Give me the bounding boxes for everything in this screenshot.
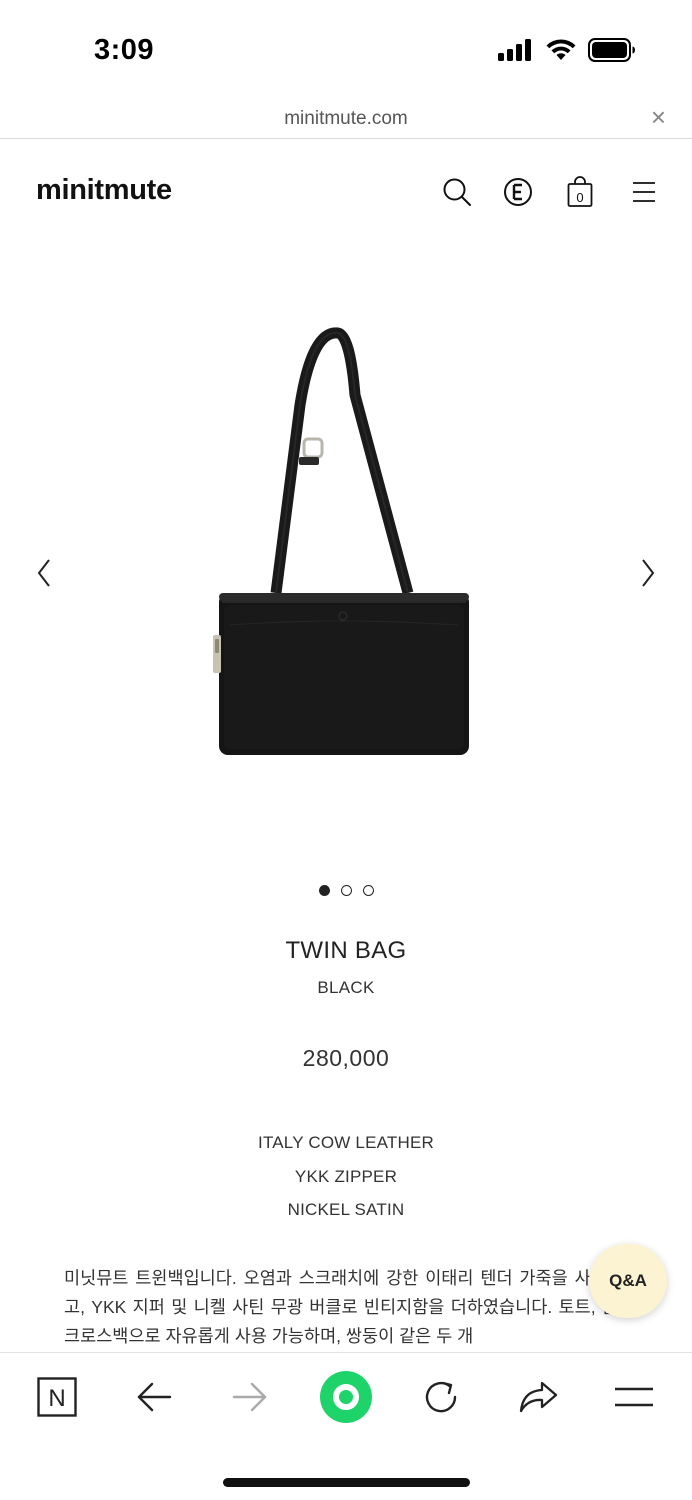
battery-icon bbox=[588, 38, 636, 67]
qa-button[interactable]: Q&A bbox=[589, 1244, 667, 1318]
url-text[interactable]: minitmute.com bbox=[0, 108, 692, 130]
menu-icon[interactable] bbox=[627, 176, 659, 208]
spec-item: NICKEL SATIN bbox=[287, 1200, 405, 1219]
reload-icon[interactable] bbox=[411, 1371, 471, 1423]
site-logo[interactable]: minitmute bbox=[36, 174, 172, 207]
product-name: TWIN BAG bbox=[285, 937, 407, 964]
wifi-icon bbox=[546, 39, 576, 66]
spec-item: YKK ZIPPER bbox=[294, 1166, 398, 1186]
slide-indicator bbox=[0, 885, 692, 896]
currency-e-icon[interactable] bbox=[502, 176, 534, 208]
cart-count: 0 bbox=[576, 190, 583, 205]
home-indicator[interactable] bbox=[223, 1478, 470, 1487]
next-slide-icon[interactable] bbox=[636, 555, 660, 591]
forward-arrow-icon[interactable] bbox=[220, 1371, 280, 1423]
back-arrow-icon[interactable] bbox=[124, 1371, 184, 1423]
url-bar: minitmute.com × bbox=[0, 100, 692, 139]
status-bar: 3:09 bbox=[0, 0, 692, 100]
product-description: 미닛뮤트 트윈백입니다. 오염과 스크래치에 강한 이태리 텐더 가죽을 사용하… bbox=[64, 1268, 639, 1346]
site-header: minitmute 0 bbox=[0, 140, 692, 250]
product-specs: ITALY COW LEATHER YKK ZIPPER NICKEL SATI… bbox=[0, 1132, 692, 1233]
status-time: 3:09 bbox=[94, 34, 155, 66]
naver-n-label: N bbox=[48, 1385, 65, 1412]
product-gallery[interactable] bbox=[0, 250, 692, 870]
prev-slide-icon[interactable] bbox=[32, 555, 56, 591]
product-image bbox=[213, 327, 469, 755]
close-icon[interactable]: × bbox=[651, 104, 666, 130]
browser-toolbar: N bbox=[0, 1352, 692, 1500]
slide-dot[interactable] bbox=[340, 885, 352, 896]
slide-dot[interactable] bbox=[362, 885, 374, 896]
spec-item: ITALY COW LEATHER bbox=[258, 1133, 434, 1152]
slide-dot-active[interactable] bbox=[318, 885, 330, 896]
product-color: BLACK bbox=[317, 978, 375, 997]
search-icon[interactable] bbox=[441, 176, 473, 208]
cellular-signal-icon bbox=[498, 39, 534, 66]
menu-icon[interactable] bbox=[604, 1371, 664, 1423]
status-icons bbox=[498, 38, 636, 67]
shopping-bag-icon[interactable]: 0 bbox=[564, 176, 596, 208]
naver-n-icon[interactable]: N bbox=[27, 1371, 87, 1423]
share-icon[interactable] bbox=[508, 1371, 568, 1423]
green-circle-icon[interactable] bbox=[316, 1371, 376, 1423]
product-price: 280,000 bbox=[302, 1045, 390, 1071]
